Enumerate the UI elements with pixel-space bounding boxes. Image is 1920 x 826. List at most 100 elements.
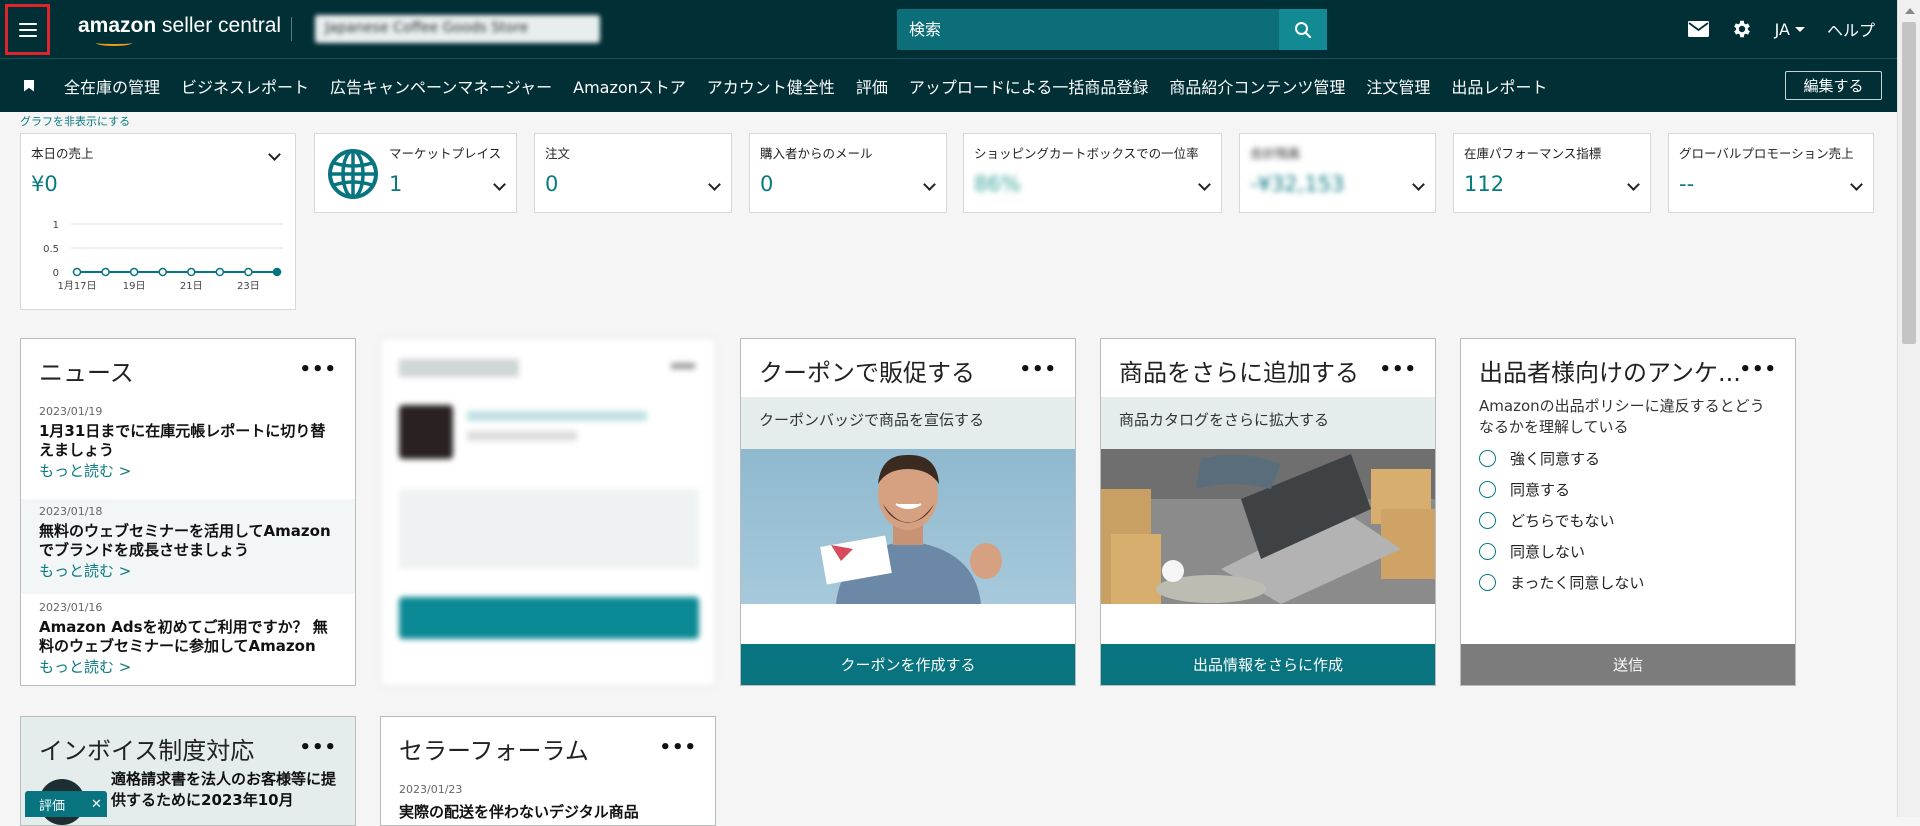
news-headline[interactable]: 1月31日までに在庫元帳レポートに切り替えましょう [39,422,337,460]
metric-inventory-performance[interactable]: 在庫パフォーマンス指標 112 [1453,133,1651,213]
nav-item-amazon-store[interactable]: Amazonストア [573,74,686,98]
radio-button[interactable] [1479,512,1496,529]
products-photo [1101,449,1435,604]
option-label: まったく同意しない [1510,574,1645,592]
placeholder-bar [467,411,647,421]
add-products-card: 商品をさらに追加する ••• 商品カタログをさらに拡大する 出品情報をさらに作成 [1100,338,1436,686]
metric-label: 本日の売上 [31,146,94,161]
more-options-icon[interactable]: ••• [1379,359,1417,380]
scrollbar[interactable] [1897,0,1920,817]
placeholder-button[interactable] [399,597,699,639]
data-point[interactable] [272,267,282,277]
metric-label: グローバルプロモーション売上 [1679,146,1854,161]
metric-label: ショッピングカートボックスでの一位率 [974,146,1199,161]
language-selector[interactable]: JA [1775,20,1805,39]
read-more-link[interactable]: もっと読む > [39,460,337,481]
survey-option[interactable]: まったく同意しない [1479,572,1644,593]
scrollbar-thumb[interactable] [1902,22,1916,344]
top-right-controls: JA ヘルプ [1687,0,1875,58]
bookmark-icon[interactable] [24,79,34,92]
mail-icon[interactable] [1687,21,1709,37]
nav-item-bulk-upload[interactable]: アップロードによる一括商品登録 [909,74,1149,98]
data-point[interactable] [101,267,110,277]
news-headline[interactable]: Amazon Adsを初めてご利用ですか？ 無料のウェブセミナーに参加してAma… [39,618,337,656]
create-coupon-button[interactable]: クーポンを作成する [741,644,1075,685]
survey-option[interactable]: 同意する [1479,479,1570,500]
metric-todays-sales[interactable]: 本日の売上 ¥0 1 0.5 0 1月17日 19日 21日 23日 [20,133,296,310]
search-input[interactable] [897,20,1279,39]
data-point[interactable] [158,267,167,277]
submit-survey-button[interactable]: 送信 [1461,644,1795,685]
data-point[interactable] [129,267,139,277]
radio-button[interactable] [1479,574,1496,591]
more-options-icon[interactable]: ••• [1019,359,1057,380]
radio-button[interactable] [1479,543,1496,560]
metric-value: 0 [760,172,774,196]
metric-label: 購入者からのメール [760,146,873,161]
metric-label: 合計残高 [1250,146,1301,161]
metric-label: 注文 [545,146,571,161]
feedback-label: 評価 [39,798,66,814]
metric-total-balance[interactable]: 合計残高 -¥32,153 [1239,133,1436,213]
store-selector[interactable]: Japanese Coffee Goods Store [315,15,600,43]
nav-item-orders[interactable]: 注文管理 [1366,74,1430,98]
survey-option[interactable]: 強く同意する [1479,448,1600,469]
nav-item-inventory[interactable]: 全在庫の管理 [64,74,160,98]
nav-item-feedback[interactable]: 評価 [856,74,888,98]
forum-headline[interactable]: 実際の配送を伴わないデジタル商品 [399,801,639,822]
read-more-link[interactable]: もっと読む > [39,560,337,581]
survey-option[interactable]: どちらでもない [1479,510,1615,531]
metric-value: 86% [974,172,1021,196]
scroll-up-icon[interactable] [1905,8,1915,14]
edit-nav-button[interactable]: 編集する [1785,71,1882,100]
metric-buy-box[interactable]: ショッピングカートボックスでの一位率 86% [963,133,1222,213]
more-options-icon[interactable]: ••• [299,359,337,380]
nav-item-business-reports[interactable]: ビジネスレポート [181,74,309,98]
blurred-card [380,338,716,686]
globe-icon [328,149,378,199]
news-item: 2023/01/19 1月31日までに在庫元帳レポートに切り替えましょう もっと… [21,405,355,500]
search-button[interactable] [1279,9,1327,50]
nav-item-listing-reports[interactable]: 出品レポート [1451,74,1547,98]
invoice-text[interactable]: 適格請求書を法人のお客様等に提供するために2023年10月 [111,769,341,811]
nav-item-ad-campaign[interactable]: 広告キャンペーンマネージャー [330,74,552,98]
more-options-icon[interactable]: ••• [1739,359,1777,380]
metric-label: マーケットプレイス [389,146,502,161]
radio-button[interactable] [1479,481,1496,498]
data-point[interactable] [72,267,82,277]
more-options-icon[interactable]: ••• [659,737,697,758]
seller-central-logo[interactable]: amazon seller central [78,14,281,46]
help-link[interactable]: ヘルプ [1827,17,1875,41]
nav-item-a-plus-content[interactable]: 商品紹介コンテンツ管理 [1169,74,1345,98]
radio-button[interactable] [1479,450,1496,467]
create-more-listings-button[interactable]: 出品情報をさらに作成 [1101,644,1435,685]
caret-down-icon [1794,26,1805,32]
news-headline[interactable]: 無料のウェブセミナーを活用してAmazonでブランドを成長させましょう [39,522,337,560]
survey-card: 出品者様向けのアンケ... ••• Amazonの出品ポリシーに違反するとどうな… [1460,338,1796,686]
language-label: JA [1774,19,1790,39]
menu-button[interactable] [5,4,50,55]
metric-buyer-messages[interactable]: 購入者からのメール 0 [749,133,947,213]
nav-item-account-health[interactable]: アカウント健全性 [707,74,835,98]
data-point[interactable] [187,267,196,277]
card-title: インボイス制度対応 [39,737,255,765]
metric-value: 0 [545,172,559,196]
metric-global-promotion[interactable]: グローバルプロモーション売上 -- [1668,133,1874,213]
more-options-icon[interactable]: ••• [299,737,337,758]
hide-graph-link[interactable]: グラフを非表示にする [20,113,130,129]
card-subtitle: 商品カタログをさらに拡大する [1101,397,1435,449]
data-point[interactable] [215,267,225,277]
close-icon[interactable]: ✕ [91,797,102,812]
gear-icon[interactable] [1731,18,1753,40]
metric-value: -- [1679,172,1695,196]
metric-orders[interactable]: 注文 0 [534,133,732,213]
survey-option[interactable]: 同意しない [1479,541,1585,562]
hamburger-icon [18,22,37,37]
data-point[interactable] [244,267,253,277]
more-options-icon[interactable] [671,363,695,369]
metric-marketplace[interactable]: マーケットプレイス 1 [314,133,517,213]
feedback-tab[interactable]: 評価 ✕ [25,791,107,817]
read-more-link[interactable]: もっと読む > [39,656,337,677]
news-date: 2023/01/16 [39,601,103,614]
x-tick-label: 21日 [180,281,203,292]
